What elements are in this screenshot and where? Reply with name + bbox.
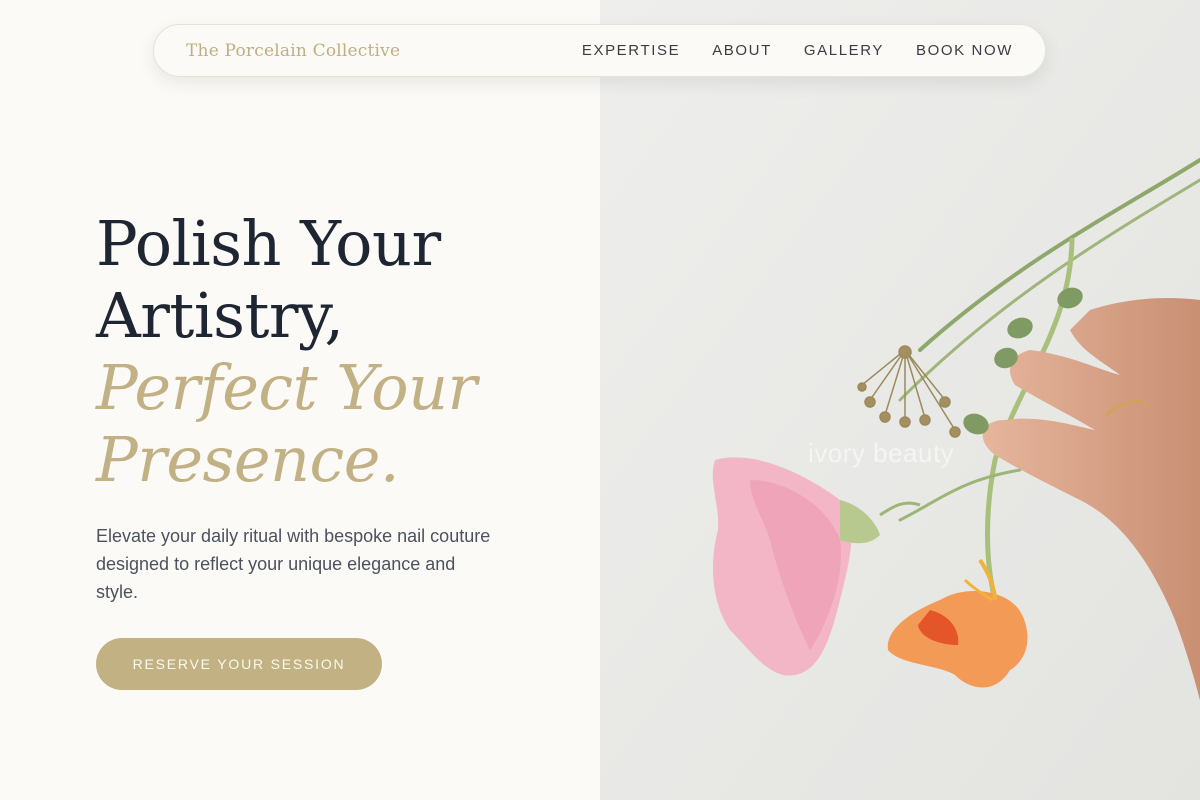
headline-line-1: Polish Your: [96, 207, 441, 280]
headline-accent-line-1: Perfect Your: [96, 351, 477, 424]
headline-accent-line-2: Presence.: [96, 423, 400, 496]
top-navigation-bar: The Porcelain Collective EXPERTISE ABOUT…: [153, 24, 1046, 77]
image-watermark: ivory beauty: [808, 438, 955, 468]
nav-link-book-now[interactable]: BOOK NOW: [916, 42, 1013, 59]
nav-link-gallery[interactable]: GALLERY: [804, 42, 884, 59]
reserve-session-button[interactable]: RESERVE YOUR SESSION: [96, 638, 382, 690]
hero-image: ivory beauty: [600, 0, 1200, 800]
flower-hand-illustration: [600, 0, 1200, 800]
nav-links: EXPERTISE ABOUT GALLERY BOOK NOW: [582, 42, 1013, 59]
hero-subtext: Elevate your daily ritual with bespoke n…: [96, 526, 491, 602]
hero-headline: Polish Your Artistry, Perfect Your Prese…: [96, 208, 477, 496]
brand-logo[interactable]: The Porcelain Collective: [186, 41, 400, 61]
nav-link-about[interactable]: ABOUT: [712, 42, 772, 59]
nav-link-expertise[interactable]: EXPERTISE: [582, 42, 680, 59]
hero-left-panel: Polish Your Artistry, Perfect Your Prese…: [0, 0, 600, 800]
headline-line-2: Artistry,: [96, 279, 344, 352]
